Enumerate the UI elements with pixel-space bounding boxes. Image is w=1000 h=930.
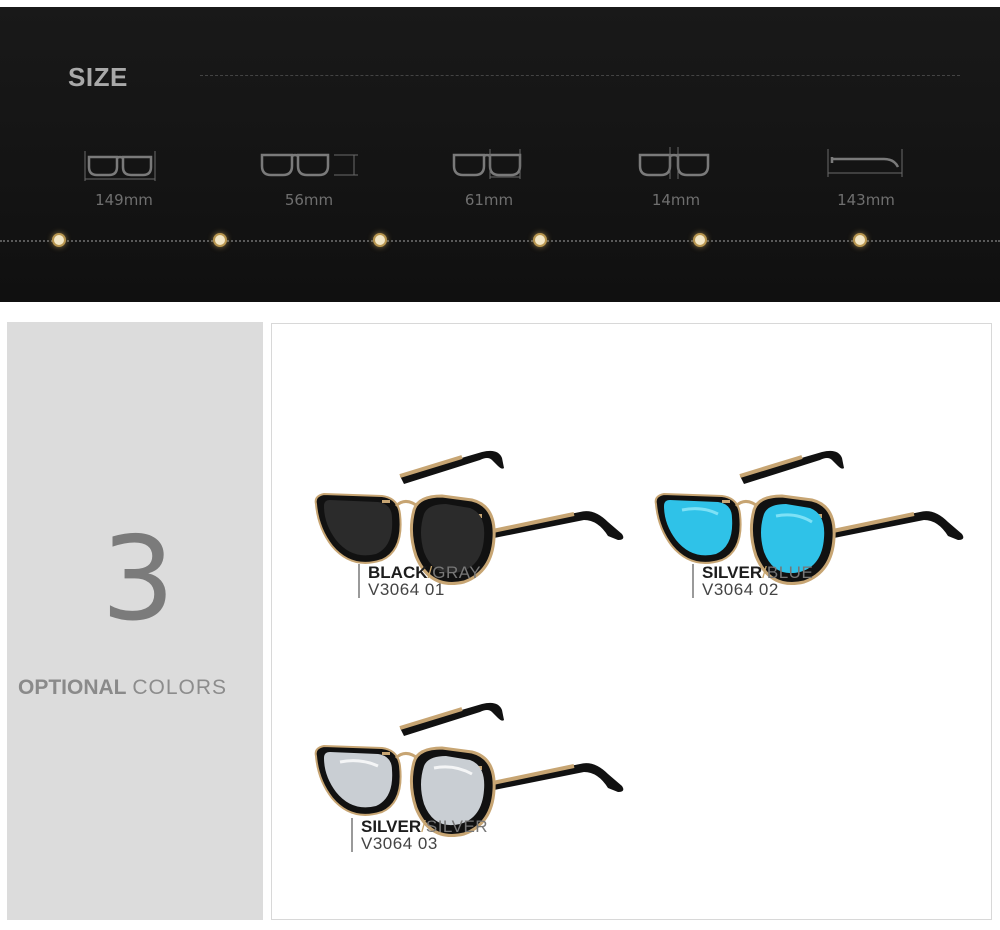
timeline-dot: [693, 233, 707, 247]
measure-temple-length: 143mm: [806, 143, 926, 209]
temple-length-value: 143mm: [837, 191, 895, 209]
frame-width-value: 149mm: [95, 191, 153, 209]
bridge-width-icon: [638, 147, 710, 179]
sunglasses-silver-silver[interactable]: [312, 662, 632, 842]
timeline-dot: [533, 233, 547, 247]
variant-label: SILVER/BLUE V3064 02: [692, 564, 813, 598]
timeline-dot: [213, 233, 227, 247]
frame-width-icon: [84, 151, 156, 181]
lens-width-icon: [260, 153, 358, 177]
lens-height-icon: [452, 149, 522, 179]
size-title: SIZE: [68, 62, 128, 92]
bridge-width-value: 14mm: [651, 191, 701, 209]
measure-frame-width: 149mm: [64, 143, 184, 209]
timeline-dot: [52, 233, 66, 247]
title-divider: [200, 75, 960, 76]
lens-width-value: 56mm: [284, 191, 334, 209]
heading-light: COLORS: [132, 676, 228, 699]
variant-label: SILVER/SILVER V3064 03: [351, 818, 488, 852]
color-count: 3: [101, 512, 175, 647]
model-code: V3064 03: [361, 834, 438, 853]
timeline-dot: [373, 233, 387, 247]
measure-bridge-width: 14mm: [616, 143, 736, 209]
timeline-dotted-line: [0, 240, 1000, 242]
size-panel: SIZE 149mm 56mm 61mm 14mm 143mm: [0, 7, 1000, 302]
optional-colors-heading: OPTIONAL COLORS: [18, 676, 227, 700]
model-code: V3064 02: [702, 580, 779, 599]
timeline-dot: [853, 233, 867, 247]
heading-strong: OPTIONAL: [18, 676, 127, 699]
temple-length-icon: [827, 149, 903, 177]
variant-label: BLACK/GRAY V3064 01: [358, 564, 481, 598]
model-code: V3064 01: [368, 580, 445, 599]
measure-lens-height: 61mm: [429, 143, 549, 209]
measure-lens-width: 56mm: [249, 143, 369, 209]
lens-height-value: 61mm: [464, 191, 514, 209]
